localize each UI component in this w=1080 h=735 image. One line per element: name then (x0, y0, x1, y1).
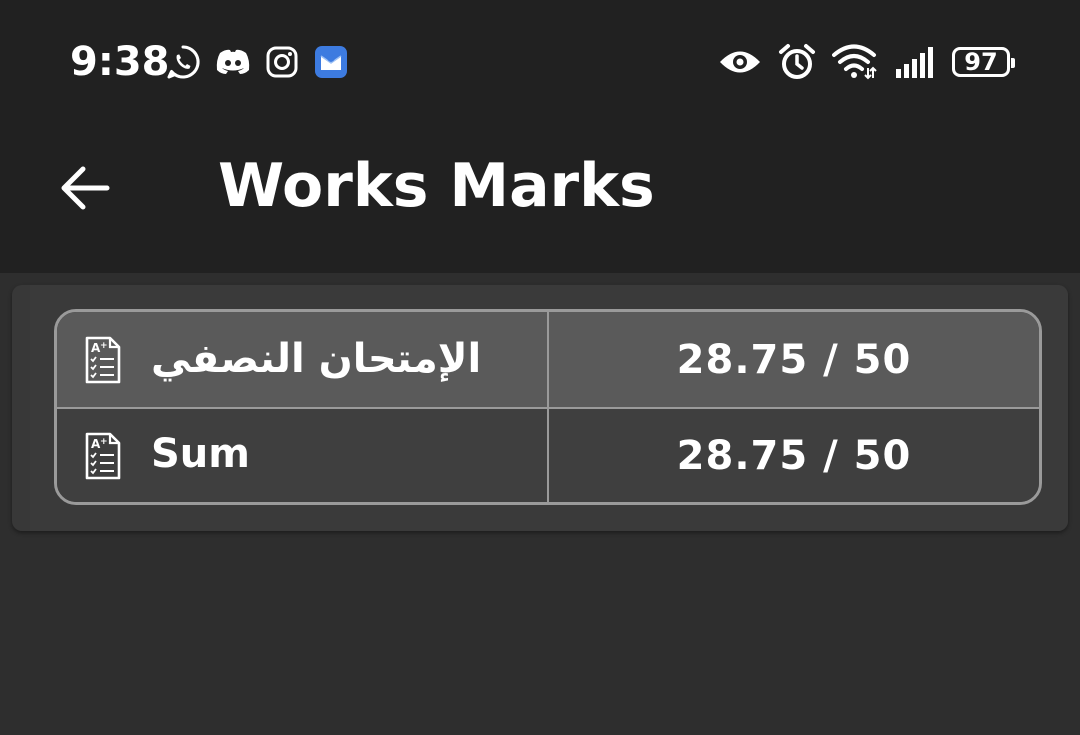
eye-icon (718, 47, 762, 77)
status-time: 9:38 (70, 39, 170, 85)
arrow-left-icon (61, 166, 110, 210)
back-button[interactable] (50, 160, 120, 216)
row-value: 28.75 / 50 (676, 432, 912, 479)
battery-indicator: 97 (952, 47, 1015, 77)
grade-document-icon: A + (85, 336, 121, 383)
table-row[interactable]: A + Sum 28.75 / 50 (57, 409, 1039, 502)
table-row[interactable]: A + الإمتحان النصفي 28.75 / 50 (57, 312, 1039, 407)
alarm-icon (778, 43, 816, 81)
system-icons: 97 (718, 40, 1015, 84)
row-value: 28.75 / 50 (676, 336, 912, 383)
row-label-cell: A + الإمتحان النصفي (57, 312, 549, 407)
svg-text:+: + (100, 437, 108, 447)
row-label: Sum (151, 431, 250, 477)
svg-text:+: + (100, 341, 108, 351)
whatsapp-icon (165, 44, 201, 80)
row-label: الإمتحان النصفي (151, 336, 482, 382)
marks-table: A + الإمتحان النصفي 28.75 / 50 A + Sum 2… (54, 309, 1042, 505)
notification-icons (165, 42, 349, 82)
app-bar: Works Marks (0, 120, 1080, 273)
row-label-cell: A + Sum (57, 409, 549, 502)
grade-document-icon: A + (85, 432, 121, 479)
marks-card: A + الإمتحان النصفي 28.75 / 50 A + Sum 2… (12, 285, 1068, 531)
mail-icon (313, 44, 349, 80)
wifi-icon (832, 44, 878, 80)
instagram-icon (265, 45, 299, 79)
battery-level: 97 (964, 48, 998, 76)
signal-icon (894, 45, 936, 79)
discord-icon (215, 47, 251, 77)
status-bar: 9:38 97 (0, 0, 1080, 120)
page-title: Works Marks (218, 151, 655, 221)
